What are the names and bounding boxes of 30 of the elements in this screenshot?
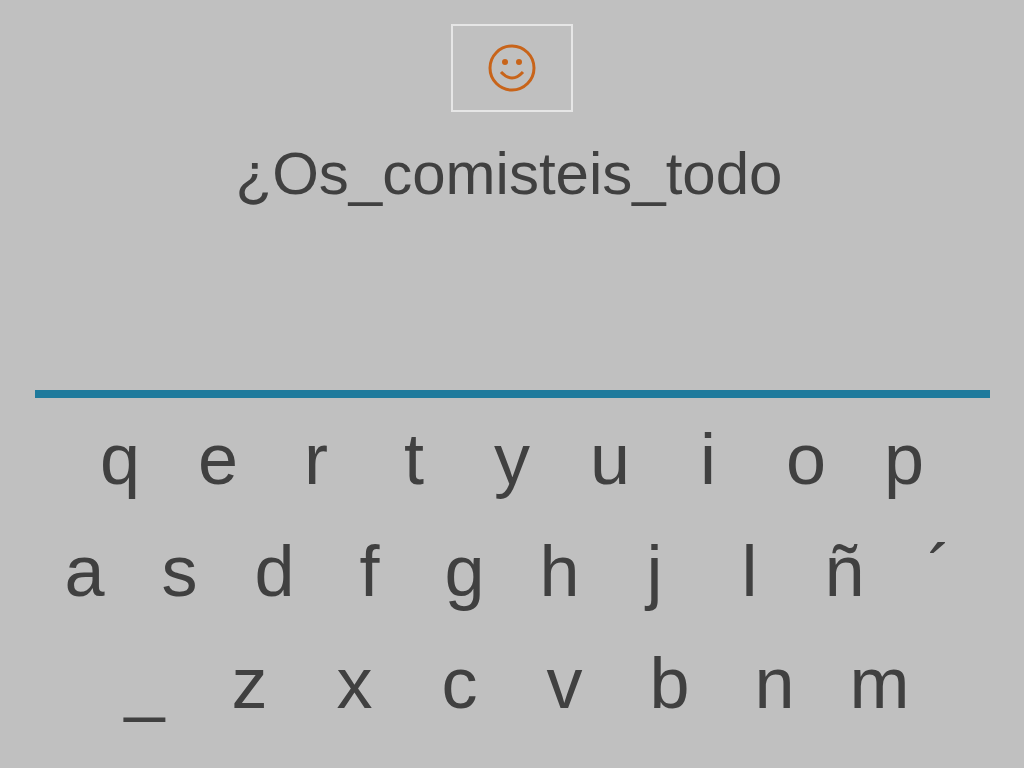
letter-key[interactable]: ´ — [892, 530, 987, 612]
letter-key[interactable]: a — [37, 530, 132, 612]
smiley-icon — [487, 43, 537, 93]
letter-key[interactable]: n — [722, 642, 827, 724]
letter-key[interactable]: m — [827, 642, 932, 724]
letter-key[interactable]: x — [302, 642, 407, 724]
letter-key[interactable]: c — [407, 642, 512, 724]
letter-key[interactable]: j — [607, 530, 702, 612]
letter-key[interactable]: s — [132, 530, 227, 612]
letter-key[interactable]: b — [617, 642, 722, 724]
letter-key[interactable]: i — [659, 418, 757, 500]
letter-key[interactable]: h — [512, 530, 607, 612]
sentence-prompt: ¿Os_comisteis_todo — [234, 139, 784, 209]
letter-key[interactable]: ñ — [797, 530, 892, 612]
letter-key[interactable]: v — [512, 642, 617, 724]
letter-key[interactable]: _ — [92, 642, 197, 724]
letter-key[interactable]: l — [702, 530, 797, 612]
letter-key[interactable]: d — [227, 530, 322, 612]
letter-key[interactable]: e — [169, 418, 267, 500]
letter-key[interactable]: o — [757, 418, 855, 500]
letter-key[interactable]: t — [365, 418, 463, 500]
letter-key[interactable]: r — [267, 418, 365, 500]
letter-key[interactable]: p — [855, 418, 953, 500]
letter-key[interactable]: y — [463, 418, 561, 500]
smiley-button[interactable] — [451, 24, 573, 112]
letter-key[interactable]: u — [561, 418, 659, 500]
letter-key[interactable]: f — [322, 530, 417, 612]
letter-key[interactable]: z — [197, 642, 302, 724]
letter-key[interactable]: q — [71, 418, 169, 500]
letter-key[interactable]: g — [417, 530, 512, 612]
